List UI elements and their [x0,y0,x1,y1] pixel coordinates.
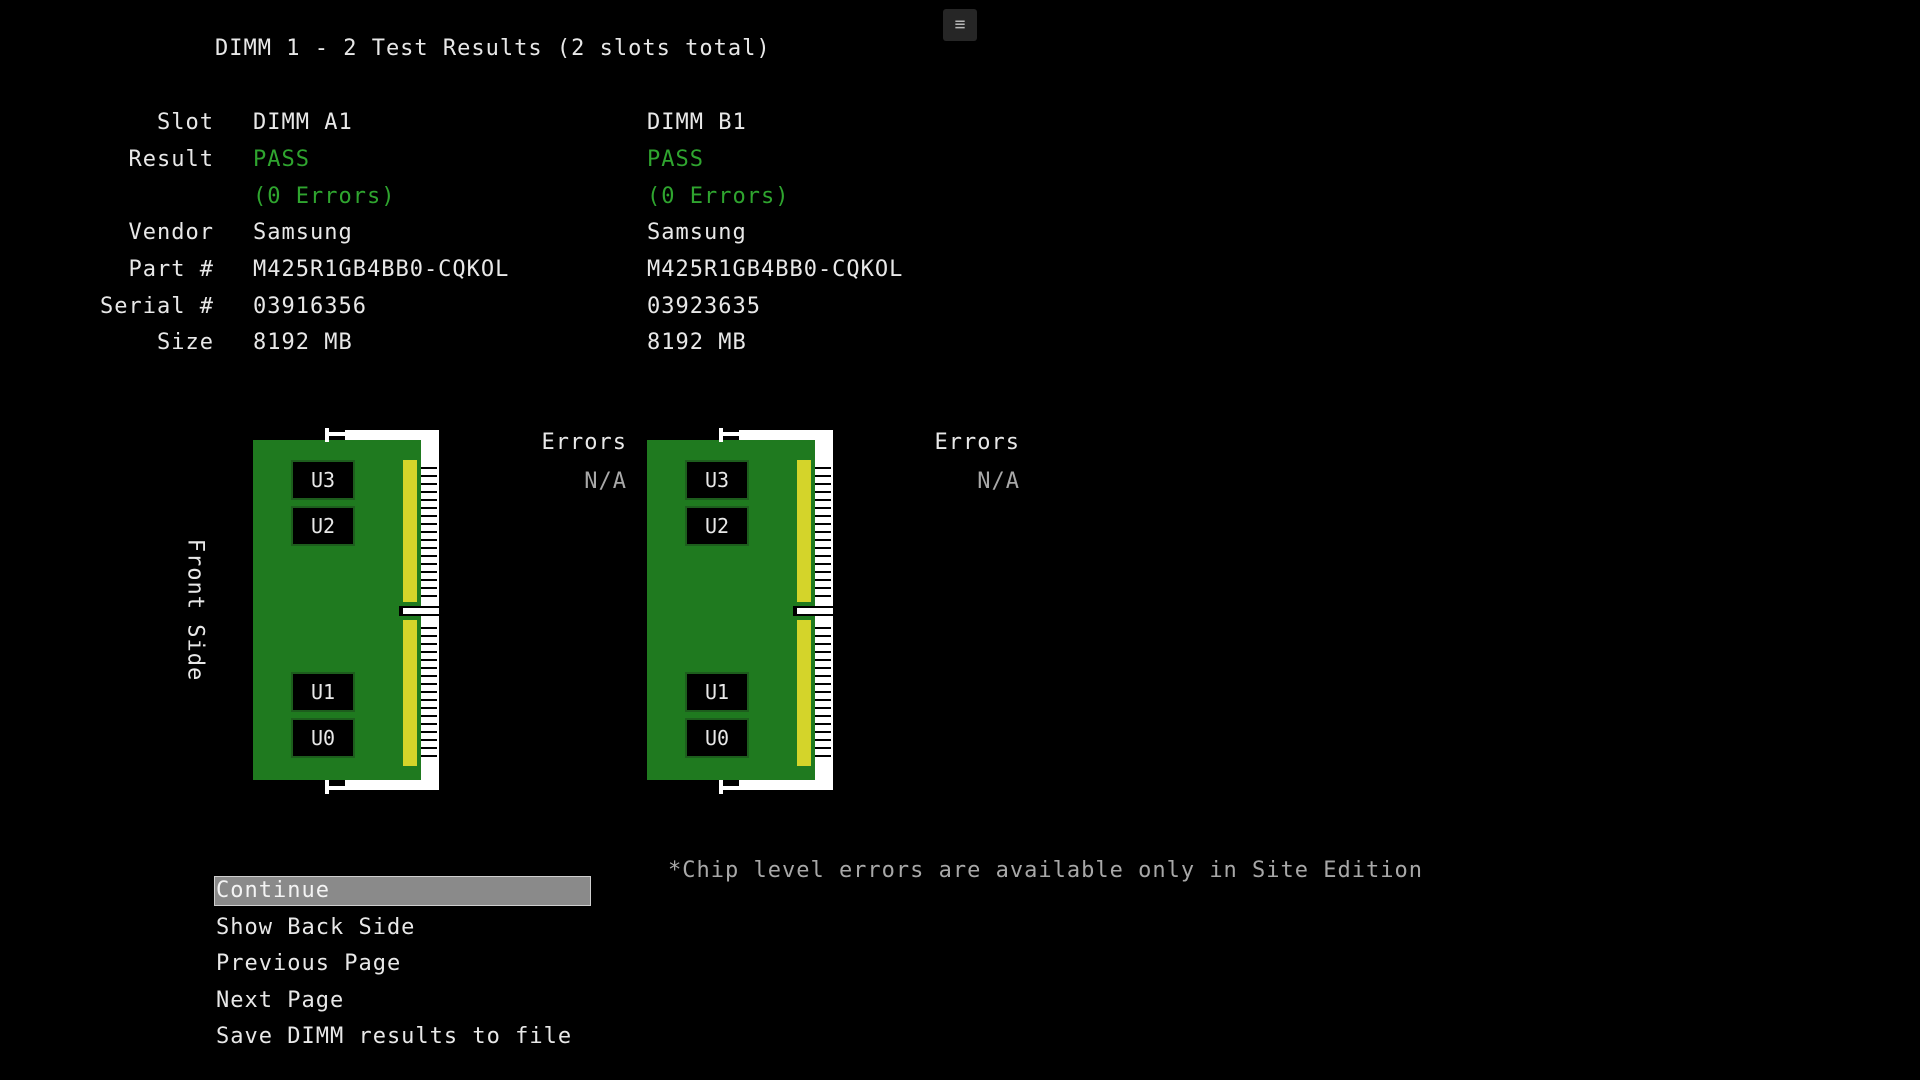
error-count: (0 Errors) [647,184,790,209]
menu-item-next-page[interactable]: Next Page [215,987,344,1015]
menu-item-save-results[interactable]: Save DIMM results to file [215,1023,572,1051]
bottom-latch-bar [719,786,747,790]
slot-value: DIMM B1 [647,110,747,135]
chip-u3: U3 [291,460,355,500]
front-side-label: Front Side [182,538,208,682]
result-value: PASS [253,147,310,172]
slot-value: DIMM A1 [253,110,353,135]
chip-u1: U1 [685,672,749,712]
part-value: M425R1GB4BB0-CQKOL [253,257,510,282]
chip-u0: U0 [685,718,749,758]
menu-toggle-button[interactable]: ≡ [943,9,977,41]
dimm-diagram-a1: U3 U2 U1 U0 [253,428,441,794]
chip-u2: U2 [685,506,749,546]
label-size: Size [157,330,214,355]
gold-contacts-lower [403,620,417,766]
dimm-diagram-b1: U3 U2 U1 U0 [647,428,835,794]
label-slot: Slot [157,110,214,135]
top-latch-bar [719,432,747,436]
menu-item-show-back-side[interactable]: Show Back Side [215,914,415,942]
serial-value: 03923635 [647,294,761,319]
size-value: 8192 MB [253,330,353,355]
gold-contacts-lower [797,620,811,766]
chip-u0: U0 [291,718,355,758]
key-notch-inner [403,608,439,614]
label-vendor: Vendor [128,220,214,245]
errors-value-b1: N/A [977,469,1020,494]
part-value: M425R1GB4BB0-CQKOL [647,257,904,282]
chip-u3: U3 [685,460,749,500]
top-latch-bar [325,432,353,436]
gold-contacts-upper [797,460,811,602]
page-title: DIMM 1 - 2 Test Results (2 slots total) [215,36,771,61]
menu-item-continue[interactable]: Continue [214,876,591,906]
label-serial: Serial # [100,294,214,319]
error-count: (0 Errors) [253,184,396,209]
menu-item-previous-page[interactable]: Previous Page [215,950,401,978]
bottom-latch-bar [325,786,353,790]
errors-header-b1: Errors [934,430,1020,455]
vendor-value: Samsung [253,220,353,245]
label-part: Part # [128,257,214,282]
serial-value: 03916356 [253,294,367,319]
size-value: 8192 MB [647,330,747,355]
chip-u2: U2 [291,506,355,546]
label-result: Result [128,147,214,172]
result-value: PASS [647,147,704,172]
gold-contacts-upper [403,460,417,602]
key-notch-inner [797,608,833,614]
chip-u1: U1 [291,672,355,712]
site-edition-note: *Chip level errors are available only in… [668,858,1423,883]
errors-header-a1: Errors [541,430,627,455]
hamburger-icon: ≡ [954,14,966,35]
errors-value-a1: N/A [584,469,627,494]
vendor-value: Samsung [647,220,747,245]
